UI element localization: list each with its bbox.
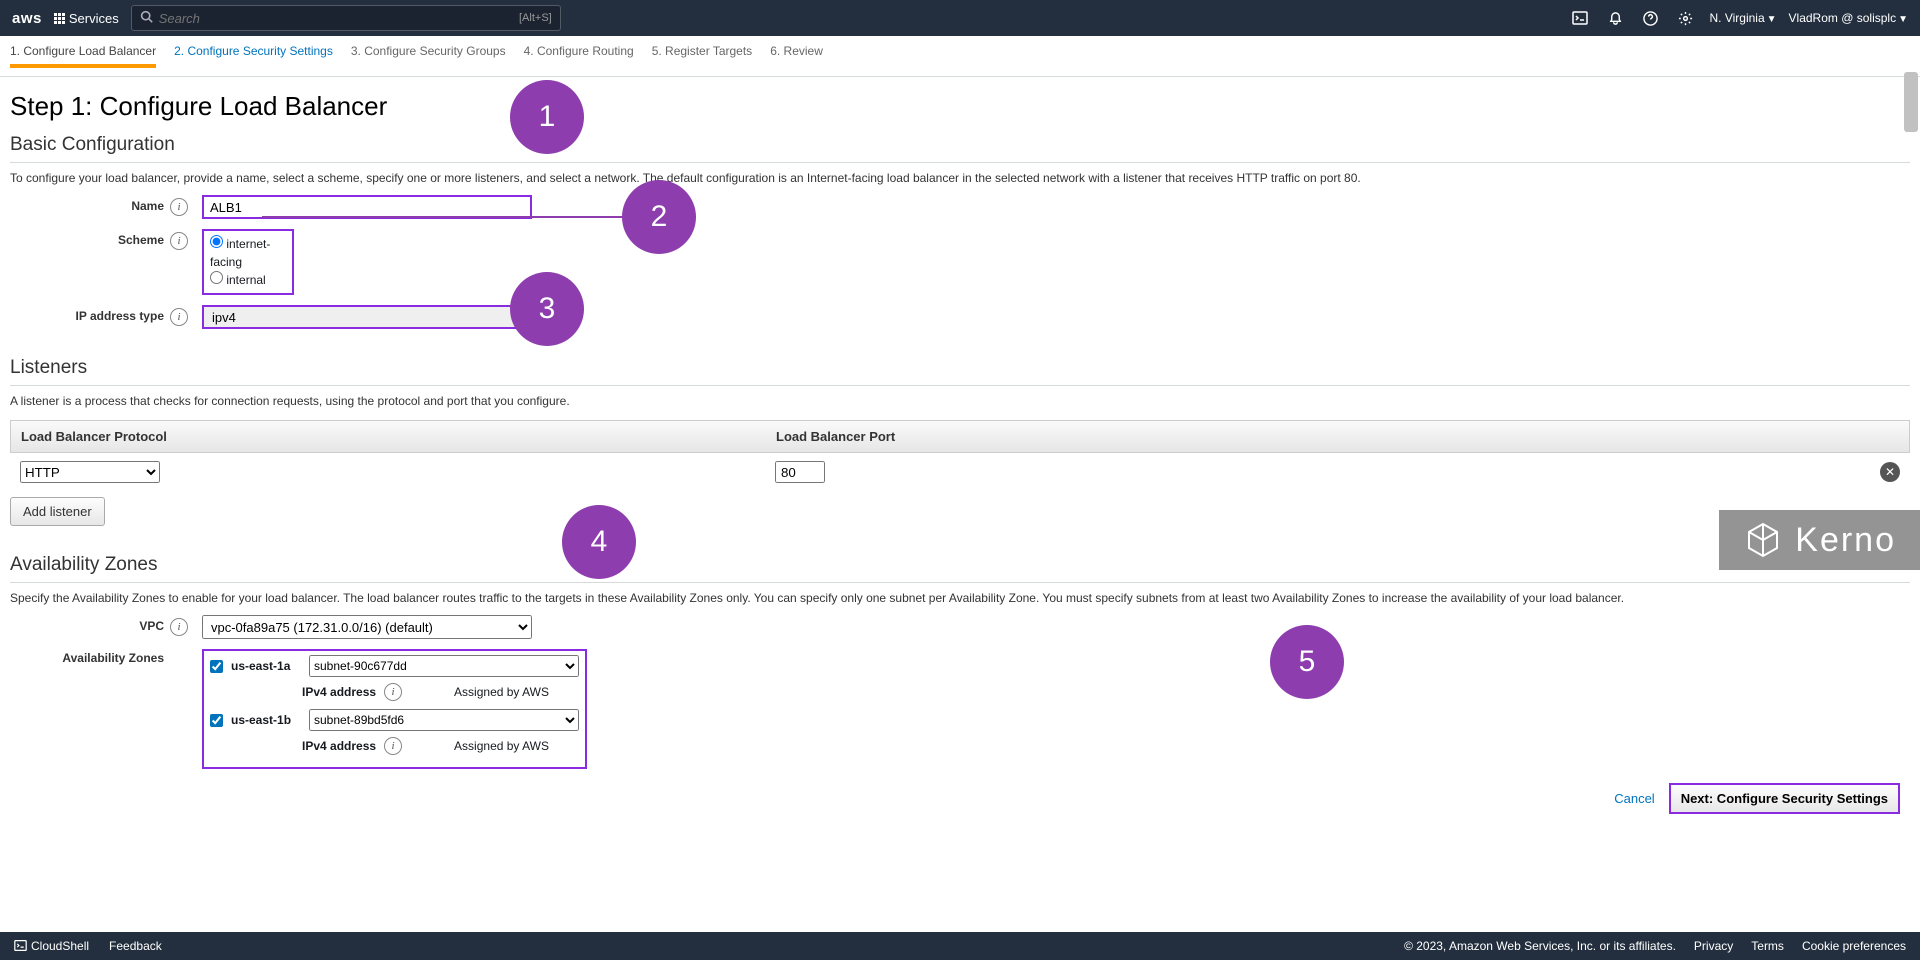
action-bar: Cancel Next: Configure Security Settings	[10, 769, 1910, 828]
protocol-select[interactable]: HTTP	[20, 461, 160, 483]
page-title: Step 1: Configure Load Balancer	[10, 91, 1910, 122]
scheme-internal[interactable]: internal	[210, 271, 286, 289]
az1-name: us-east-1a	[231, 659, 301, 673]
next-button[interactable]: Next: Configure Security Settings	[1669, 783, 1900, 814]
footer-feedback[interactable]: Feedback	[109, 939, 162, 953]
search-box[interactable]: [Alt+S]	[131, 5, 561, 31]
watermark: Kerno	[1719, 510, 1920, 570]
az2-ip-value: Assigned by AWS	[454, 739, 549, 753]
info-icon[interactable]: i	[170, 618, 188, 636]
az-desc: Specify the Availability Zones to enable…	[10, 591, 1910, 605]
annotation-5: 5	[1270, 625, 1344, 699]
footer-privacy[interactable]: Privacy	[1694, 939, 1733, 953]
aws-footer: CloudShell Feedback © 2023, Amazon Web S…	[0, 932, 1920, 960]
ip-type-select[interactable]: ipv4	[202, 305, 532, 329]
services-label: Services	[69, 11, 119, 26]
col-protocol: Load Balancer Protocol	[21, 429, 776, 444]
aws-top-nav: aws Services [Alt+S] N. Virginia▼ VladRo…	[0, 0, 1920, 36]
wizard-step-3[interactable]: 3. Configure Security Groups	[351, 44, 506, 68]
aws-logo[interactable]: aws	[12, 10, 42, 27]
az-box: us-east-1a subnet-90c677dd IPv4 address …	[202, 649, 587, 769]
az2-ip-label: IPv4 address	[302, 739, 376, 753]
scheme-internet-facing[interactable]: internet-facing	[210, 235, 286, 271]
search-shortcut: [Alt+S]	[519, 12, 552, 24]
region-selector[interactable]: N. Virginia▼	[1709, 11, 1776, 25]
wizard-step-2[interactable]: 2. Configure Security Settings	[174, 44, 333, 68]
az2-subnet-select[interactable]: subnet-89bd5fd6	[309, 709, 579, 731]
listeners-desc: A listener is a process that checks for …	[10, 394, 1910, 408]
vpc-select[interactable]: vpc-0fa89a75 (172.31.0.0/16) (default)	[202, 615, 532, 639]
wizard-step-1[interactable]: 1. Configure Load Balancer	[10, 44, 156, 68]
info-icon[interactable]: i	[170, 232, 188, 250]
annotation-4: 4	[562, 505, 636, 579]
account-menu[interactable]: VladRom @ solisplc▼	[1789, 11, 1908, 25]
info-icon[interactable]: i	[170, 198, 188, 216]
scrollbar[interactable]	[1904, 72, 1918, 132]
cancel-link[interactable]: Cancel	[1614, 791, 1654, 806]
search-input[interactable]	[159, 11, 513, 26]
az2-checkbox[interactable]	[210, 714, 223, 727]
services-grid-icon	[54, 13, 65, 24]
footer-copyright: © 2023, Amazon Web Services, Inc. or its…	[1404, 939, 1676, 953]
footer-cookies[interactable]: Cookie preferences	[1802, 939, 1906, 953]
az2-name: us-east-1b	[231, 713, 301, 727]
services-menu[interactable]: Services	[54, 11, 119, 26]
footer-cloudshell[interactable]: CloudShell	[14, 939, 89, 953]
az1-subnet-select[interactable]: subnet-90c677dd	[309, 655, 579, 677]
az1-ip-label: IPv4 address	[302, 685, 376, 699]
wizard-step-4[interactable]: 4. Configure Routing	[524, 44, 634, 68]
ip-type-label: IP address type	[10, 305, 170, 323]
annotation-line	[262, 216, 622, 218]
annotation-1: 1	[510, 80, 584, 154]
annotation-2: 2	[622, 180, 696, 254]
basic-heading: Basic Configuration	[10, 134, 1910, 163]
az1-checkbox[interactable]	[210, 660, 223, 673]
page-body: Step 1: Configure Load Balancer Basic Co…	[0, 77, 1920, 828]
annotation-3: 3	[510, 272, 584, 346]
listener-row: HTTP ✕	[10, 453, 1910, 491]
wizard-step-5[interactable]: 5. Register Targets	[652, 44, 753, 68]
footer-terms[interactable]: Terms	[1751, 939, 1784, 953]
remove-listener-icon[interactable]: ✕	[1880, 462, 1900, 482]
col-port: Load Balancer Port	[776, 429, 895, 444]
scheme-label: Scheme	[10, 229, 170, 247]
port-input[interactable]	[775, 461, 825, 483]
settings-icon[interactable]	[1674, 11, 1697, 26]
cloudshell-icon[interactable]	[1568, 10, 1592, 26]
name-label: Name	[10, 195, 170, 213]
az1-ip-value: Assigned by AWS	[454, 685, 549, 699]
search-icon	[140, 10, 153, 26]
info-icon[interactable]: i	[170, 308, 188, 326]
info-icon[interactable]: i	[384, 683, 402, 701]
listeners-heading: Listeners	[10, 357, 1910, 386]
az-label: Availability Zones	[10, 649, 170, 665]
az-heading: Availability Zones	[10, 554, 1910, 583]
wizard-steps: 1. Configure Load Balancer 2. Configure …	[0, 36, 1920, 77]
wizard-step-6[interactable]: 6. Review	[770, 44, 823, 68]
scheme-radios: internet-facing internal	[202, 229, 294, 295]
listener-table-header: Load Balancer Protocol Load Balancer Por…	[10, 420, 1910, 453]
basic-desc: To configure your load balancer, provide…	[10, 171, 1910, 185]
add-listener-button[interactable]: Add listener	[10, 497, 105, 526]
info-icon[interactable]: i	[384, 737, 402, 755]
vpc-label: VPC	[10, 615, 170, 633]
help-icon[interactable]	[1639, 11, 1662, 26]
notifications-icon[interactable]	[1604, 11, 1627, 26]
